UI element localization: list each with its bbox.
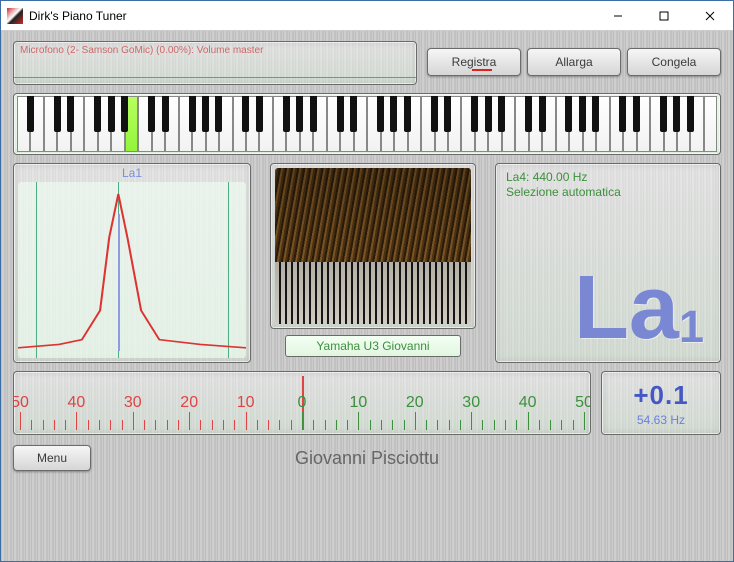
white-key[interactable] [408, 96, 421, 152]
scale-label: 50 [13, 394, 29, 412]
cents-value: +0.1 [633, 380, 688, 411]
white-key[interactable] [610, 96, 623, 152]
white-key[interactable] [152, 96, 165, 152]
white-key[interactable] [435, 96, 448, 152]
white-key[interactable] [623, 96, 636, 152]
close-button[interactable] [687, 1, 733, 30]
white-key[interactable] [71, 96, 84, 152]
reference-pitch: La4: 440.00 Hz [506, 170, 712, 185]
white-key[interactable] [286, 96, 299, 152]
white-key[interactable] [569, 96, 582, 152]
window-title: Dirk's Piano Tuner [29, 9, 595, 23]
white-key[interactable] [583, 96, 596, 152]
white-key[interactable] [677, 96, 690, 152]
menu-button[interactable]: Menu [13, 445, 91, 471]
white-key[interactable] [354, 96, 367, 152]
white-key[interactable] [246, 96, 259, 152]
scale-label: 30 [462, 394, 480, 412]
white-key[interactable] [165, 96, 178, 152]
white-key[interactable] [690, 96, 703, 152]
white-key[interactable] [300, 96, 313, 152]
white-key[interactable] [125, 96, 138, 152]
detected-frequency: 54.63 Hz [637, 413, 685, 427]
selection-mode: Selezione automatica [506, 185, 712, 200]
white-key[interactable] [219, 96, 232, 152]
piano-photo [275, 168, 471, 324]
white-key[interactable] [57, 96, 70, 152]
stretch-button[interactable]: Allarga [527, 48, 621, 76]
white-key[interactable] [475, 96, 488, 152]
scale-label: 50 [575, 394, 591, 412]
scale-label: 30 [124, 394, 142, 412]
white-key[interactable] [111, 96, 124, 152]
maximize-button[interactable] [641, 1, 687, 30]
white-key[interactable] [313, 96, 326, 152]
white-key[interactable] [340, 96, 353, 152]
audio-status-text: Microfono (2- Samson GoMic) (0.00%): Vol… [20, 45, 263, 56]
white-key[interactable] [502, 96, 515, 152]
white-key[interactable] [179, 96, 192, 152]
white-key[interactable] [461, 96, 474, 152]
white-key[interactable] [327, 96, 340, 152]
scale-label: 40 [67, 394, 85, 412]
white-key[interactable] [556, 96, 569, 152]
white-key[interactable] [84, 96, 97, 152]
freeze-button[interactable]: Congela [627, 48, 721, 76]
audio-status-panel: Microfono (2- Samson GoMic) (0.00%): Vol… [13, 41, 417, 85]
harmonic-graph-panel: La1 [13, 163, 251, 363]
white-key[interactable] [259, 96, 272, 152]
white-key[interactable] [44, 96, 57, 152]
scale-label: 0 [298, 394, 307, 412]
white-key[interactable] [138, 96, 151, 152]
white-key[interactable] [367, 96, 380, 152]
white-key[interactable] [704, 96, 717, 152]
minimize-button[interactable] [595, 1, 641, 30]
scale-label: 40 [519, 394, 537, 412]
user-name: Giovanni Pisciottu [101, 448, 633, 469]
scale-label: 20 [180, 394, 198, 412]
white-key[interactable] [421, 96, 434, 152]
white-key[interactable] [448, 96, 461, 152]
white-key[interactable] [192, 96, 205, 152]
white-key[interactable] [98, 96, 111, 152]
audio-waveform [14, 70, 416, 84]
cents-readout-panel: +0.1 54.63 Hz [601, 371, 721, 435]
white-key[interactable] [17, 96, 30, 152]
app-icon [7, 8, 23, 24]
scale-label: 10 [237, 394, 255, 412]
piano-photo-panel [270, 163, 476, 329]
detected-note: La1 [574, 257, 704, 360]
record-button[interactable]: Registra [427, 48, 521, 76]
white-key[interactable] [206, 96, 219, 152]
white-key[interactable] [650, 96, 663, 152]
titlebar: Dirk's Piano Tuner [1, 1, 733, 31]
white-key[interactable] [596, 96, 609, 152]
white-key[interactable] [488, 96, 501, 152]
white-key[interactable] [30, 96, 43, 152]
piano-keyboard[interactable] [13, 93, 721, 155]
note-panel: La4: 440.00 Hz Selezione automatica La1 [495, 163, 721, 363]
white-key[interactable] [394, 96, 407, 152]
white-key[interactable] [233, 96, 246, 152]
white-key[interactable] [637, 96, 650, 152]
piano-model[interactable]: Yamaha U3 Giovanni [285, 335, 461, 357]
scale-label: 20 [406, 394, 424, 412]
white-key[interactable] [529, 96, 542, 152]
white-key[interactable] [515, 96, 528, 152]
white-key[interactable] [381, 96, 394, 152]
white-key[interactable] [542, 96, 555, 152]
cents-scale: 50 40 30 20 10 0 10 20 30 40 50 [13, 371, 591, 435]
scale-label: 10 [349, 394, 367, 412]
white-key[interactable] [664, 96, 677, 152]
graph-title: La1 [14, 164, 250, 180]
white-key[interactable] [273, 96, 286, 152]
